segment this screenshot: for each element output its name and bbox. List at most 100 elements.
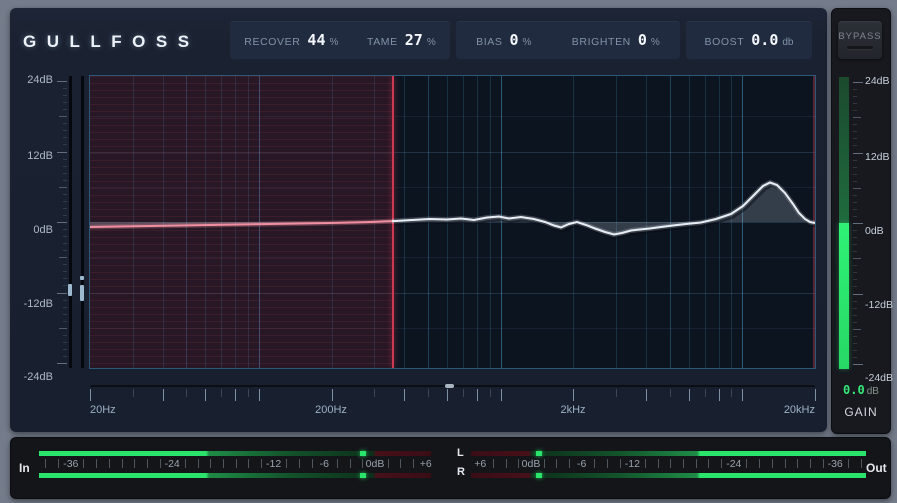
- tick: [853, 300, 857, 302]
- meter-tick: [695, 459, 697, 468]
- param-group-recover-tame: RECOVER 44 % TAME 27 %: [230, 21, 450, 59]
- meter-peak-dot: [360, 451, 367, 456]
- tick: [853, 364, 863, 365]
- meter-bar: [39, 473, 431, 478]
- tick: [63, 158, 67, 160]
- bias-control[interactable]: BIAS 0 %: [476, 31, 531, 49]
- tick: [63, 214, 67, 216]
- input-level-strip-right: [81, 76, 84, 368]
- meter-tick: [298, 459, 300, 468]
- meter-tick: [184, 459, 186, 468]
- curve-shadow: [394, 182, 815, 240]
- tick: [853, 307, 857, 309]
- tick: [63, 137, 67, 139]
- tame-control[interactable]: TAME 27 %: [367, 31, 436, 49]
- gain-scale-0: 0dB: [865, 225, 884, 237]
- level-strip-marker-right: [80, 285, 84, 301]
- tick: [853, 272, 857, 274]
- tick: [853, 237, 857, 239]
- brighten-value: 0: [637, 31, 647, 49]
- tick: [853, 293, 863, 295]
- freq-tick: [235, 389, 237, 401]
- gain-meter-dark-segment: [839, 77, 849, 223]
- tick: [853, 110, 857, 112]
- focus-slider-handle[interactable]: [444, 384, 454, 388]
- main-panel: GULLFOSS RECOVER 44 % TAME 27 % BIAS 0 %…: [10, 8, 827, 432]
- meter-bar: [39, 451, 431, 456]
- tick: [853, 159, 857, 161]
- tick: [57, 222, 67, 223]
- tick: [57, 81, 67, 82]
- boost-value: 0.0: [751, 31, 779, 49]
- tick: [57, 151, 67, 153]
- meter-tick: [822, 459, 824, 468]
- tick: [853, 258, 861, 260]
- meter-tick: [146, 459, 148, 468]
- boost-label: BOOST: [704, 36, 745, 48]
- gain-scale-24: 24dB: [865, 75, 890, 87]
- meter-tick: [860, 459, 862, 468]
- gain-value-readout[interactable]: 0.0 dB: [832, 381, 890, 399]
- db-axis-label-neg12: -12dB: [23, 298, 53, 310]
- tame-label: TAME: [366, 36, 398, 48]
- db-axis-label-0: 0dB: [33, 224, 53, 236]
- tick: [853, 152, 863, 154]
- tame-unit: %: [426, 37, 436, 48]
- tick: [853, 194, 857, 196]
- meter-tick: [784, 459, 786, 468]
- tick: [63, 271, 67, 273]
- tick: [853, 208, 857, 210]
- tick: [63, 130, 67, 132]
- gain-unit: dB: [866, 386, 879, 397]
- meter-tick: [670, 459, 672, 468]
- freq-tick: [247, 389, 249, 397]
- freq-tick: [374, 389, 376, 397]
- gain-scale-neg12: -12dB: [865, 299, 894, 311]
- freq-tick: [162, 389, 164, 401]
- boost-control[interactable]: BOOST 0.0 db: [705, 31, 794, 49]
- meter-tick: [260, 459, 262, 468]
- meter-tick: [362, 459, 364, 468]
- recover-unit: %: [329, 37, 339, 48]
- tick: [63, 250, 67, 252]
- tick: [63, 320, 67, 322]
- meter-tick: [569, 459, 571, 468]
- tick: [853, 265, 857, 267]
- meter-tick: [746, 459, 748, 468]
- freq-tick: [132, 389, 134, 397]
- brighten-control[interactable]: BRIGHTEN 0 %: [572, 31, 660, 49]
- gain-value: 0.0: [843, 383, 865, 397]
- freq-tick: [258, 389, 260, 401]
- tick: [853, 166, 857, 168]
- focus-slider-track[interactable]: [90, 384, 815, 388]
- meter-scale-label: +6: [419, 458, 432, 470]
- db-axis-label-neg24: -24dB: [23, 371, 53, 383]
- meter-scale-label: 0dB: [365, 458, 385, 470]
- meter-tick: [387, 459, 389, 468]
- meter-tick: [607, 459, 609, 468]
- freq-label-20khz: 20kHz: [783, 404, 815, 416]
- recover-control[interactable]: RECOVER 44 %: [244, 31, 338, 49]
- gain-meter-bright-segment: [839, 223, 849, 369]
- meter-tick: [847, 459, 849, 468]
- freq-tick: [446, 389, 448, 401]
- tick: [63, 200, 67, 202]
- meter-peak-dot: [536, 451, 543, 456]
- freq-tick: [704, 389, 706, 397]
- left-channel-label: L: [457, 447, 464, 459]
- meter-peak-dot: [360, 473, 367, 478]
- tick: [853, 96, 857, 98]
- tick: [63, 334, 67, 336]
- meter-bar: [471, 451, 866, 456]
- gain-scale-12: 12dB: [865, 151, 890, 163]
- meter-scale-label: -6: [319, 458, 329, 470]
- meter-bar: [471, 473, 866, 478]
- tick: [59, 327, 67, 329]
- meter-tick: [657, 459, 659, 468]
- meter-tick: [222, 459, 224, 468]
- meter-tick: [759, 459, 761, 468]
- freq-tick: [646, 389, 648, 401]
- tick: [853, 103, 857, 105]
- bypass-button[interactable]: BYPASS: [838, 21, 882, 59]
- tick: [59, 257, 67, 259]
